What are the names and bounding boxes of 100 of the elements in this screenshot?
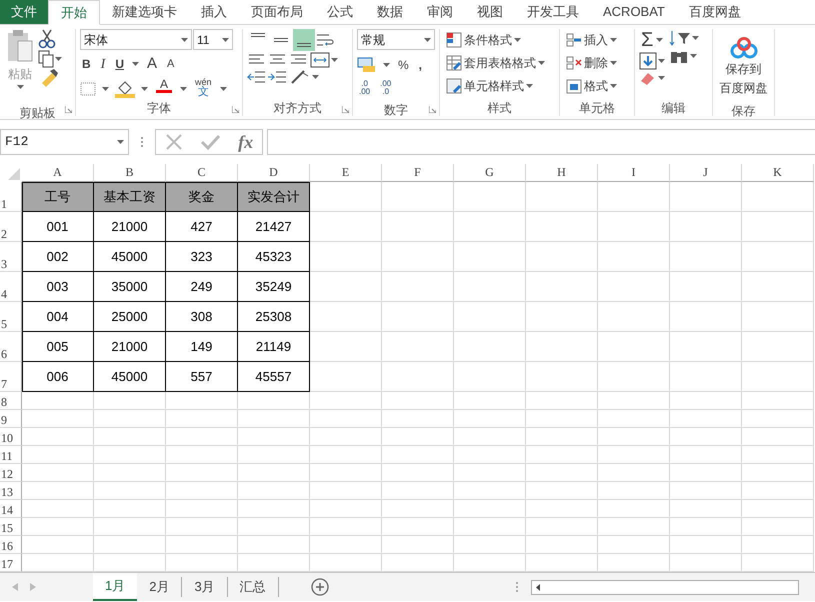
column-header[interactable]: F — [382, 164, 454, 182]
empty-cell[interactable] — [526, 212, 598, 242]
empty-cell[interactable] — [382, 536, 454, 554]
empty-cell[interactable] — [598, 482, 670, 500]
column-header[interactable]: G — [454, 164, 526, 182]
empty-cell[interactable] — [454, 302, 526, 332]
cancel-icon[interactable] — [164, 133, 183, 151]
empty-cell[interactable] — [166, 500, 238, 518]
empty-cell[interactable] — [742, 332, 814, 362]
shrink-font-button[interactable]: A — [165, 53, 176, 75]
row-header[interactable]: 13 — [0, 482, 22, 500]
ribbon-tab[interactable]: 开发工具 — [515, 0, 591, 24]
row-header[interactable]: 10 — [0, 428, 22, 446]
ribbon-tab[interactable]: 审阅 — [415, 0, 465, 24]
caret-icon[interactable] — [610, 84, 617, 88]
empty-cell[interactable] — [670, 482, 742, 500]
caret-icon[interactable] — [658, 59, 665, 63]
empty-cell[interactable] — [742, 212, 814, 242]
empty-cell[interactable] — [454, 482, 526, 500]
empty-cell[interactable] — [670, 212, 742, 242]
increase-indent-icon[interactable] — [268, 69, 288, 85]
empty-cell[interactable] — [310, 332, 382, 362]
empty-cell[interactable] — [598, 536, 670, 554]
empty-cell[interactable] — [310, 302, 382, 332]
caret-icon[interactable] — [658, 76, 665, 80]
empty-cell[interactable] — [670, 362, 742, 392]
align-bottom-button[interactable] — [293, 29, 315, 51]
column-header[interactable]: J — [670, 164, 742, 182]
empty-cell[interactable] — [22, 482, 94, 500]
empty-cell[interactable] — [526, 446, 598, 464]
row-header[interactable]: 14 — [0, 500, 22, 518]
empty-cell[interactable] — [454, 518, 526, 536]
scroll-right-icon[interactable] — [30, 583, 36, 591]
empty-cell[interactable] — [670, 464, 742, 482]
empty-cell[interactable] — [382, 410, 454, 428]
sheet-tab[interactable]: 汇总 — [228, 577, 279, 597]
empty-cell[interactable] — [526, 182, 598, 212]
empty-cell[interactable] — [454, 362, 526, 392]
empty-cell[interactable] — [742, 428, 814, 446]
empty-cell[interactable] — [382, 500, 454, 518]
caret-icon[interactable] — [656, 38, 664, 42]
empty-cell[interactable] — [598, 410, 670, 428]
wrap-text-icon[interactable] — [316, 32, 336, 48]
empty-cell[interactable] — [670, 272, 742, 302]
column-header[interactable]: K — [742, 164, 814, 182]
empty-cell[interactable] — [382, 518, 454, 536]
caret-icon[interactable] — [55, 57, 62, 61]
empty-cell[interactable] — [598, 518, 670, 536]
autosum-button[interactable]: Σ — [639, 29, 656, 51]
conditional-format-button[interactable]: 条件格式 — [444, 29, 555, 51]
empty-cell[interactable] — [526, 392, 598, 410]
empty-cell[interactable] — [310, 362, 382, 392]
empty-cell[interactable] — [742, 182, 814, 212]
row-header[interactable]: 15 — [0, 518, 22, 536]
row-header[interactable]: 12 — [0, 464, 22, 482]
empty-cell[interactable] — [382, 302, 454, 332]
empty-cell[interactable] — [742, 446, 814, 464]
empty-cell[interactable] — [598, 362, 670, 392]
empty-cell[interactable] — [598, 332, 670, 362]
empty-cell[interactable] — [94, 518, 166, 536]
empty-cell[interactable] — [526, 464, 598, 482]
caret-icon[interactable] — [312, 75, 319, 79]
empty-cell[interactable] — [166, 482, 238, 500]
empty-cell[interactable] — [94, 482, 166, 500]
empty-cell[interactable] — [454, 446, 526, 464]
caret-icon[interactable] — [538, 61, 545, 65]
empty-cell[interactable] — [598, 446, 670, 464]
caret-icon[interactable] — [424, 38, 431, 42]
ribbon-tab[interactable]: 插入 — [189, 0, 239, 24]
increase-decimal-button[interactable]: .0 .00 — [357, 80, 372, 102]
decrease-decimal-button[interactable]: .00 .0 — [378, 80, 394, 102]
empty-cell[interactable] — [598, 182, 670, 212]
accounting-format-icon[interactable] — [357, 57, 377, 73]
empty-cell[interactable] — [742, 518, 814, 536]
empty-cell[interactable] — [166, 428, 238, 446]
font-size-dropdown[interactable]: 11 — [193, 29, 233, 50]
ribbon-tab[interactable]: 新建选项卡 — [100, 0, 189, 24]
save-to-cloud-button[interactable]: 保存到 百度网盘 — [717, 29, 770, 103]
empty-cell[interactable] — [166, 446, 238, 464]
empty-cell[interactable] — [670, 242, 742, 272]
row-header[interactable]: 11 — [0, 446, 22, 464]
empty-cell[interactable] — [454, 464, 526, 482]
empty-cell[interactable] — [310, 464, 382, 482]
empty-cell[interactable] — [22, 500, 94, 518]
empty-cell[interactable] — [238, 410, 310, 428]
font-color-button[interactable]: A — [154, 78, 174, 100]
empty-cell[interactable] — [598, 500, 670, 518]
merge-cells-icon[interactable] — [310, 52, 330, 68]
caret-icon[interactable] — [180, 87, 187, 91]
ribbon-tab[interactable]: 公式 — [315, 0, 365, 24]
empty-cell[interactable] — [166, 464, 238, 482]
grow-font-button[interactable]: A — [145, 53, 160, 75]
dialog-launcher-icon[interactable] — [342, 106, 349, 113]
horizontal-scrollbar[interactable] — [531, 580, 799, 594]
ribbon-tab[interactable]: 百度网盘 — [676, 0, 753, 24]
empty-cell[interactable] — [742, 272, 814, 302]
scissors-icon[interactable] — [38, 29, 56, 49]
empty-cell[interactable] — [22, 446, 94, 464]
empty-cell[interactable] — [166, 518, 238, 536]
empty-cell[interactable] — [454, 536, 526, 554]
